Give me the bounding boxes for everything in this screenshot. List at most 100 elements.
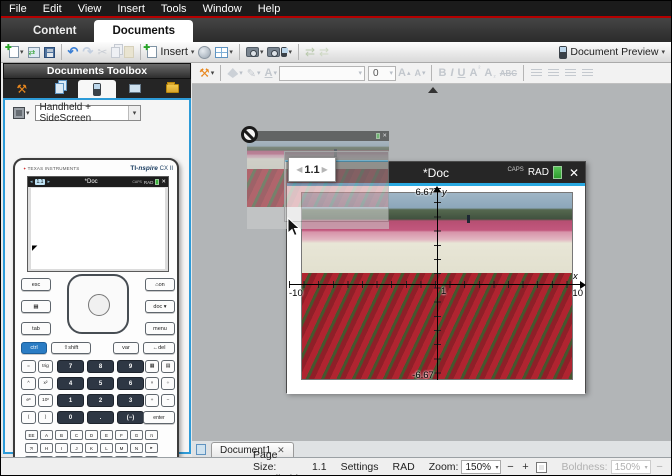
number-key[interactable]: 6 — [117, 377, 144, 390]
alpha-key[interactable]: C — [70, 430, 83, 440]
alpha-key[interactable]: H — [40, 443, 53, 453]
function-key[interactable]: × — [145, 377, 159, 390]
document-work-area[interactable]: *Doc CAPS RAD ✕ 6.67 y -6.67 — [192, 84, 672, 441]
key-tab[interactable]: tab — [21, 322, 51, 335]
key-enter[interactable]: enter — [143, 411, 175, 424]
alpha-key[interactable]: A — [40, 430, 53, 440]
tab-content[interactable]: Content — [15, 20, 94, 42]
number-key[interactable]: (−) — [117, 411, 144, 424]
toolbox-tab-page-sorter[interactable] — [41, 79, 79, 98]
view-mode-select[interactable]: Handheld + SideScreen ▾ — [35, 105, 141, 121]
menu-item[interactable]: Tools — [161, 3, 187, 15]
toolbox-tab-sidescreen[interactable] — [116, 79, 154, 98]
function-key[interactable]: ÷ — [161, 377, 175, 390]
page-layout-button[interactable]: ▾ — [213, 43, 235, 62]
zoom-out-button[interactable]: − — [504, 461, 516, 473]
keypad-options-button[interactable]: ▾ — [11, 103, 32, 122]
zoom-in-button[interactable]: + — [519, 461, 531, 473]
key-on[interactable]: ⌂on — [145, 278, 175, 291]
save-button[interactable] — [42, 43, 57, 62]
alpha-key[interactable]: E — [100, 430, 113, 440]
alpha-key[interactable]: I — [55, 443, 68, 453]
number-key[interactable]: 9 — [117, 360, 144, 373]
alpha-key[interactable]: L — [100, 443, 113, 453]
emulator-branding: TEXAS INSTRUMENTS TI-nspire CX II — [23, 163, 173, 173]
key-shift[interactable]: ⇧shift — [51, 342, 91, 354]
insert-button[interactable]: Insert ▾ — [145, 43, 196, 62]
tab-documents[interactable]: Documents — [94, 20, 193, 42]
function-key[interactable]: ▦ — [145, 360, 159, 373]
key-menu[interactable]: menu — [145, 322, 175, 335]
function-key[interactable]: x² — [38, 377, 53, 390]
document-tools-button[interactable]: ⚒▾ — [197, 64, 216, 83]
zoom-select[interactable]: 150% ▾ — [461, 460, 501, 474]
menu-item[interactable]: Edit — [43, 3, 62, 15]
alpha-key[interactable]: N — [130, 443, 143, 453]
transfer-icon: ⇄ — [319, 45, 329, 59]
alpha-key[interactable]: ▸ — [145, 443, 158, 453]
number-key[interactable]: 1 — [57, 394, 84, 407]
toolbox-tab-utilities[interactable] — [153, 79, 191, 98]
toolbox-tab-document-tools[interactable]: ⚒ — [3, 79, 41, 98]
new-document-button[interactable]: ▾ — [7, 43, 26, 62]
menu-item[interactable]: View — [78, 3, 102, 15]
function-key[interactable]: 10ˣ — [38, 394, 53, 407]
key-del[interactable]: ←del — [143, 342, 175, 354]
function-key[interactable]: − — [161, 394, 175, 407]
key-doc[interactable]: doc ▾ — [145, 300, 175, 313]
number-key[interactable]: 8 — [87, 360, 114, 373]
alpha-key[interactable]: B — [55, 430, 68, 440]
function-key[interactable]: = — [21, 360, 36, 373]
zoom-fit-button[interactable] — [536, 462, 547, 473]
settings-button[interactable]: Settings — [341, 461, 379, 473]
alpha-key[interactable]: ?! — [25, 443, 38, 453]
menu-item[interactable]: Help — [258, 3, 281, 15]
document-preview-button[interactable]: Document Preview ▾ — [557, 43, 667, 62]
alpha-key[interactable]: π — [145, 430, 158, 440]
handheld-capture-button[interactable]: ▾ — [265, 43, 294, 62]
touchpad[interactable] — [67, 274, 129, 334]
alpha-key[interactable]: F — [115, 430, 128, 440]
alpha-key[interactable]: K — [85, 443, 98, 453]
alpha-key[interactable]: D — [85, 430, 98, 440]
number-key[interactable]: 2 — [87, 394, 114, 407]
handheld-emulator[interactable]: TEXAS INSTRUMENTS TI-nspire CX II ◂ 1.1 … — [13, 158, 179, 476]
screen-capture-button[interactable]: ▾ — [244, 43, 266, 62]
key-var[interactable]: var — [113, 342, 139, 354]
open-document-button[interactable] — [26, 43, 42, 62]
number-key[interactable]: . — [87, 411, 114, 424]
number-key[interactable]: 0 — [57, 411, 84, 424]
function-key[interactable]: ( — [21, 411, 36, 424]
function-key[interactable]: + — [145, 394, 159, 407]
alpha-key[interactable]: G — [130, 430, 143, 440]
close-icon[interactable]: ✕ — [161, 179, 166, 185]
variables-button[interactable] — [196, 43, 213, 62]
function-key[interactable]: trig — [38, 360, 53, 373]
key-ctrl[interactable]: ctrl — [21, 342, 47, 354]
close-icon[interactable]: ✕ — [569, 166, 579, 180]
alpha-key[interactable]: M — [115, 443, 128, 453]
number-key[interactable]: 3 — [117, 394, 144, 407]
emulator-screen[interactable]: ◂ 1.1 ▸ *Doc CAPS RAD ✕ — [27, 176, 169, 272]
page-prev-icon[interactable]: ◂ — [30, 179, 33, 185]
function-key[interactable]: ▤ — [161, 360, 175, 373]
alpha-key[interactable]: J — [70, 443, 83, 453]
alpha-key[interactable]: EE — [25, 430, 38, 440]
menu-item[interactable]: Insert — [117, 3, 145, 15]
toolbox-tab-emulator[interactable] — [78, 80, 116, 98]
number-key[interactable]: 4 — [57, 377, 84, 390]
key-esc[interactable]: esc — [21, 278, 51, 291]
key-scratchpad[interactable]: ▦ — [21, 300, 51, 313]
function-key[interactable]: eˣ — [21, 394, 36, 407]
menu-item[interactable]: File — [9, 3, 27, 15]
page-sorter-handle[interactable] — [428, 87, 438, 93]
page-tab[interactable]: 1.1 — [35, 179, 46, 185]
number-key[interactable]: 7 — [57, 360, 84, 373]
function-key[interactable]: ^ — [21, 377, 36, 390]
number-key[interactable]: 5 — [87, 377, 114, 390]
undo-button[interactable]: ↶ — [66, 43, 81, 62]
chevron-up-icon: ▴ — [407, 69, 411, 77]
page-next-icon[interactable]: ▸ — [47, 179, 50, 185]
function-key[interactable]: ) — [38, 411, 53, 424]
menu-item[interactable]: Window — [203, 3, 242, 15]
